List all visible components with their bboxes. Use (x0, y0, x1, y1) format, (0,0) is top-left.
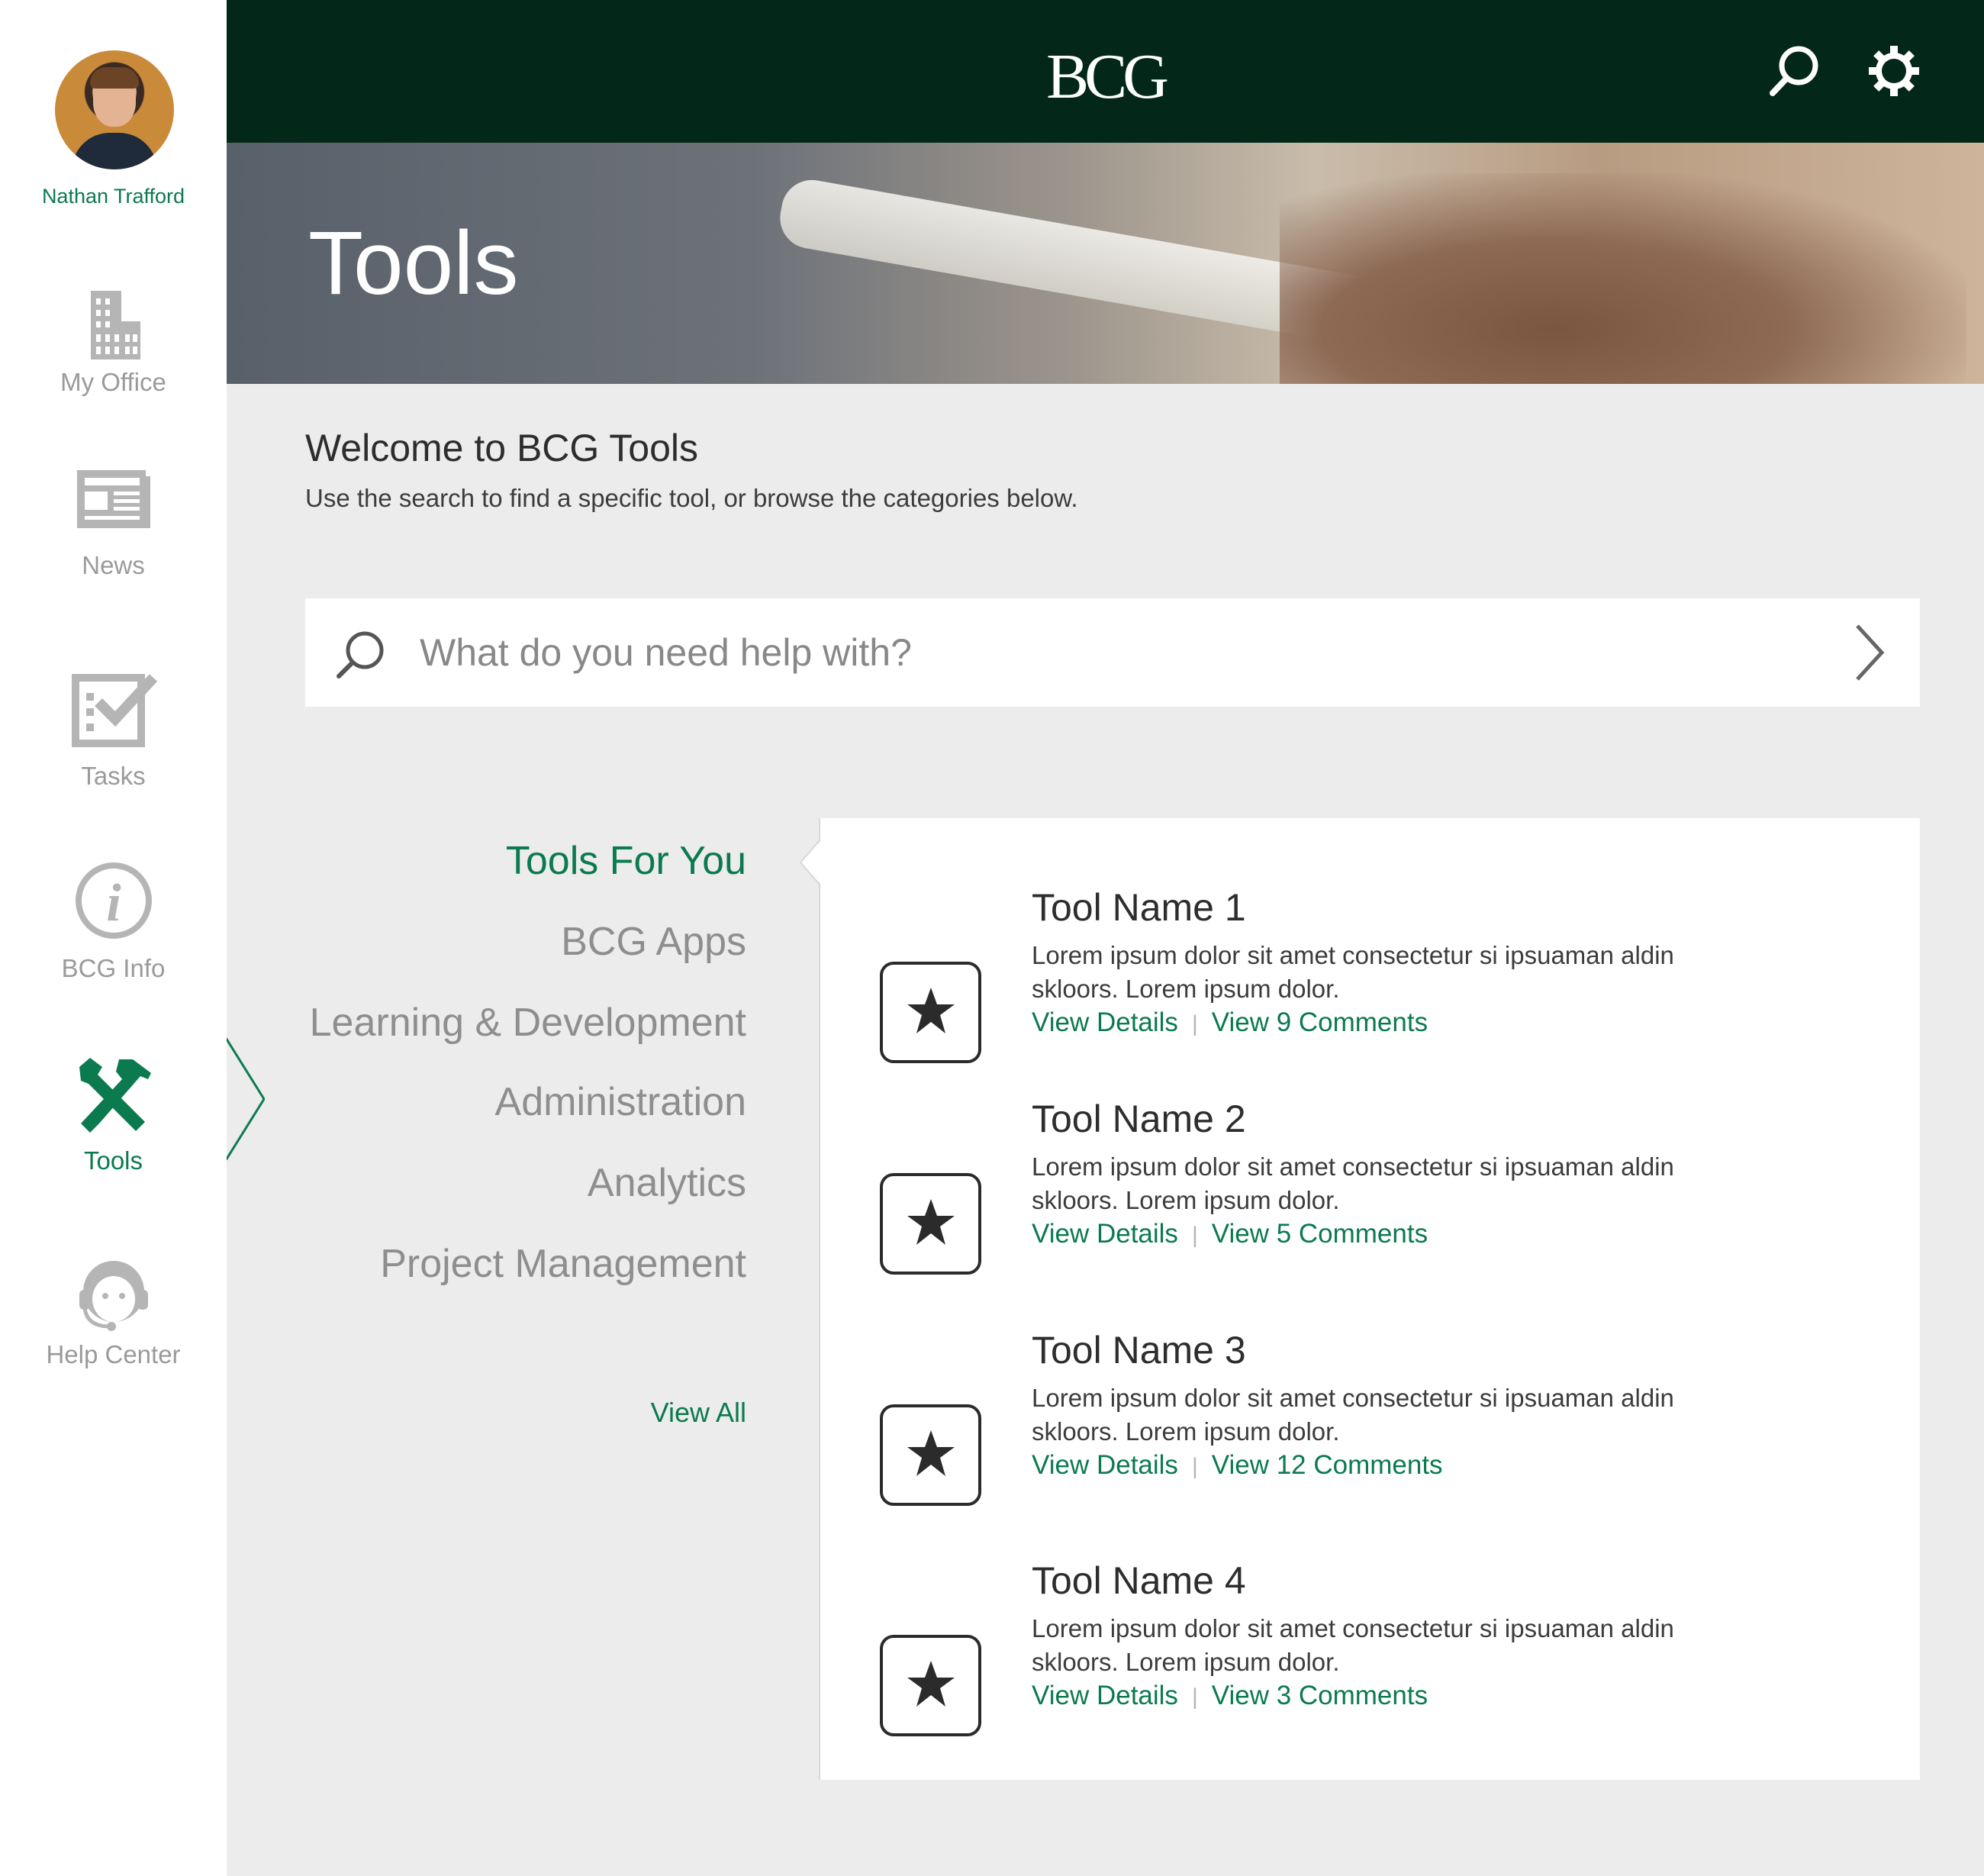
sidebar-item-bcg-info[interactable]: i BCG Info (0, 861, 227, 983)
sidebar-item-help-center[interactable]: Help Center (0, 1252, 227, 1369)
tool-name[interactable]: Tool Name 4 (1032, 1558, 1246, 1603)
search-bar (305, 598, 1920, 707)
sidebar-item-tasks[interactable]: Tasks (0, 672, 227, 791)
category-bcg-apps[interactable]: BCG Apps (561, 919, 746, 965)
sidebar-item-news[interactable]: News (0, 469, 227, 580)
sidebar-item-label: Tasks (81, 762, 146, 790)
category-project-management[interactable]: Project Management (380, 1241, 746, 1287)
tool-name[interactable]: Tool Name 2 (1032, 1097, 1246, 1141)
star-icon (907, 1199, 955, 1245)
category-administration[interactable]: Administration (495, 1079, 746, 1125)
search-icon[interactable] (1768, 44, 1821, 98)
sidebar-item-label: Help Center (46, 1340, 181, 1368)
sidebar-item-label: News (82, 551, 145, 579)
category-tools-for-you[interactable]: Tools For You (506, 838, 746, 884)
bcg-logo[interactable]: BCG (227, 40, 1984, 114)
tool-links: View Details | View 9 Comments (1032, 1007, 1428, 1038)
link-separator: | (1191, 1011, 1198, 1036)
view-comments-link[interactable]: View 9 Comments (1212, 1007, 1428, 1037)
sidebar-item-label: My Office (60, 368, 166, 396)
tool-description: Lorem ipsum dolor sit amet consectetur s… (1032, 1152, 1674, 1214)
view-details-link[interactable]: View Details (1032, 1450, 1178, 1480)
tool-favorite-button[interactable] (880, 1635, 981, 1736)
hero-hand-image (1280, 173, 1966, 384)
star-icon (907, 1661, 955, 1707)
avatar[interactable] (55, 50, 174, 169)
view-comments-link[interactable]: View 3 Comments (1212, 1681, 1428, 1710)
tool-favorite-button[interactable] (880, 1404, 981, 1506)
link-separator: | (1191, 1454, 1198, 1479)
sidebar-item-label: Tools (83, 1146, 143, 1175)
view-details-link[interactable]: View Details (1032, 1007, 1178, 1037)
search-icon (337, 631, 384, 679)
welcome-title: Welcome to BCG Tools (305, 427, 699, 469)
user-name[interactable]: Nathan Trafford (0, 185, 227, 208)
view-comments-link[interactable]: View 12 Comments (1212, 1450, 1443, 1480)
category-analytics[interactable]: Analytics (588, 1160, 746, 1206)
welcome-subtitle: Use the search to find a specific tool, … (305, 484, 1078, 512)
view-details-link[interactable]: View Details (1032, 1681, 1178, 1710)
tool-favorite-button[interactable] (880, 1173, 981, 1275)
tool-favorite-button[interactable] (880, 962, 981, 1063)
link-separator: | (1191, 1684, 1198, 1710)
newspaper-icon (76, 470, 150, 528)
gear-icon[interactable] (1867, 44, 1921, 98)
category-learning-development[interactable]: Learning & Development (310, 1000, 746, 1046)
svg-text:i: i (106, 874, 121, 933)
info-icon: i (75, 862, 152, 939)
tool-description: Lorem ipsum dolor sit amet consectetur s… (1032, 1614, 1674, 1676)
support-agent-icon (79, 1261, 148, 1331)
view-details-link[interactable]: View Details (1032, 1219, 1178, 1249)
page-title: Tools (308, 213, 519, 314)
star-icon (907, 988, 955, 1033)
star-icon (907, 1430, 955, 1476)
tool-links: View Details | View 3 Comments (1032, 1681, 1428, 1711)
chevron-right-icon[interactable] (1851, 621, 1889, 684)
building-icon (90, 291, 140, 359)
top-bar: BCG (227, 0, 1984, 143)
sidebar-item-my-office[interactable]: My Office (0, 287, 227, 397)
tools-panel: Tool Name 1 Lorem ipsum dolor sit amet c… (819, 818, 1920, 1780)
active-nav-pointer (227, 1038, 265, 1160)
checklist-icon (71, 674, 157, 747)
view-all-link[interactable]: View All (651, 1397, 746, 1429)
tool-description: Lorem ipsum dolor sit amet consectetur s… (1032, 941, 1674, 1003)
tool-name[interactable]: Tool Name 1 (1032, 885, 1246, 930)
view-comments-link[interactable]: View 5 Comments (1212, 1219, 1428, 1249)
category-pointer (799, 840, 822, 885)
sidebar-item-label: BCG Info (61, 954, 166, 982)
tool-name[interactable]: Tool Name 3 (1032, 1328, 1246, 1372)
tool-links: View Details | View 12 Comments (1032, 1450, 1443, 1481)
hero-banner: Tools (227, 143, 1984, 384)
tool-description: Lorem ipsum dolor sit amet consectetur s… (1032, 1384, 1674, 1446)
link-separator: | (1191, 1223, 1198, 1248)
tool-links: View Details | View 5 Comments (1032, 1219, 1428, 1249)
tools-icon (79, 1058, 151, 1133)
sidebar-item-tools[interactable]: Tools (0, 1056, 227, 1175)
sidebar: Nathan Trafford My Office News Tasks i B… (0, 0, 265, 1876)
search-input[interactable] (418, 621, 1792, 684)
